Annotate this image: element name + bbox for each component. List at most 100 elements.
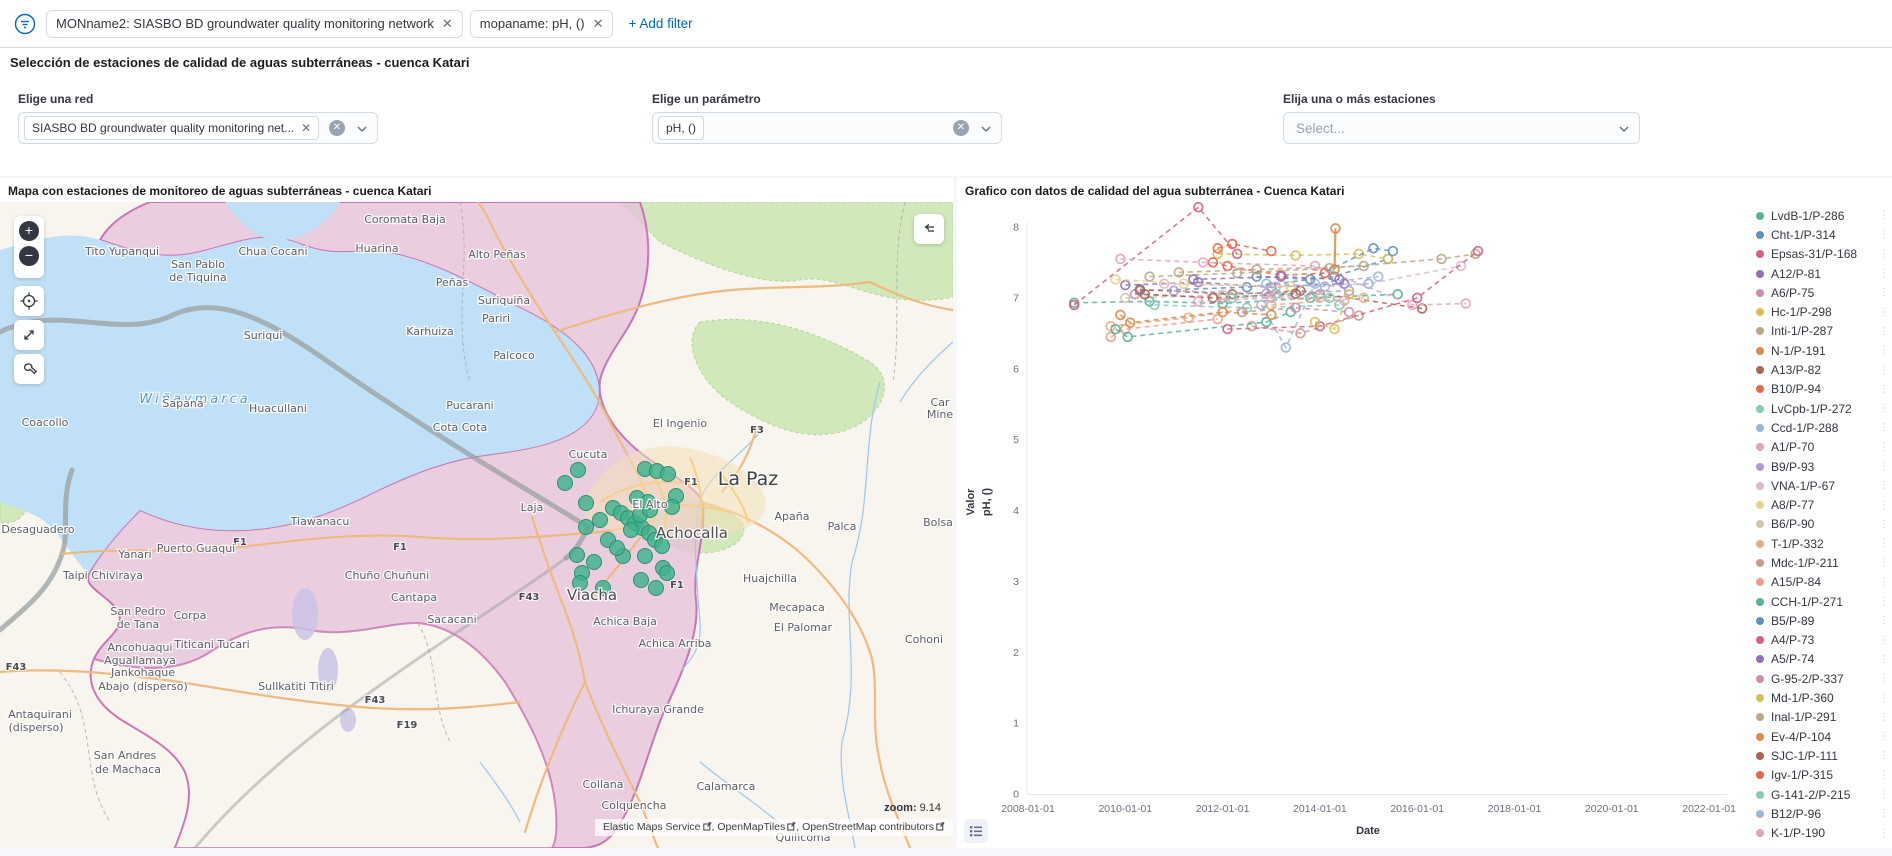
station-marker[interactable] [610,541,625,556]
legend-item[interactable]: Igv-1/P-315⋮ [1748,766,1892,785]
legend-item[interactable]: A12/P-81⋮ [1748,264,1892,283]
legend-item-actions-icon[interactable]: ⋮ [1879,654,1889,665]
station-marker[interactable] [638,549,653,564]
legend-item[interactable]: A8/P-77⋮ [1748,495,1892,514]
legend-item[interactable]: A13/P-82⋮ [1748,360,1892,379]
filter-pill[interactable]: MONname2: SIASBO BD groundwater quality … [46,10,463,38]
legend-item[interactable]: T-1/P-332⋮ [1748,534,1892,553]
legend-item-actions-icon[interactable]: ⋮ [1879,210,1889,221]
network-selected-pill[interactable]: SIASBO BD groundwater quality monitoring… [24,116,319,140]
station-marker[interactable] [593,513,608,528]
legend-item-actions-icon[interactable]: ⋮ [1879,287,1889,298]
remove-filter-icon[interactable]: ✕ [593,16,604,32]
legend-toggle-button[interactable] [964,819,988,843]
chevron-down-icon[interactable] [981,124,991,134]
station-marker[interactable] [624,523,639,538]
legend-item[interactable]: CCH-1/P-271⋮ [1748,592,1892,611]
legend-item[interactable]: Inal-1/P-291⋮ [1748,708,1892,727]
legend-item[interactable]: A5/P-74⋮ [1748,650,1892,669]
legend-item-actions-icon[interactable]: ⋮ [1879,789,1889,800]
chevron-down-icon[interactable] [1619,124,1629,134]
zoom-out-button[interactable]: − [19,246,39,266]
legend-item-actions-icon[interactable]: ⋮ [1879,808,1889,819]
legend-item-actions-icon[interactable]: ⋮ [1879,557,1889,568]
legend-item[interactable]: G-95-2/P-337⋮ [1748,669,1892,688]
station-marker[interactable] [661,467,676,482]
legend-item[interactable]: LvdB-1/P-286⋮ [1748,206,1892,225]
legend-item[interactable]: Cht-1/P-314⋮ [1748,225,1892,244]
legend-item[interactable]: SJC-1/P-111⋮ [1748,746,1892,765]
station-marker[interactable] [649,581,664,596]
station-marker[interactable] [571,463,586,478]
legend-item[interactable]: B12/P-96⋮ [1748,804,1892,823]
station-marker[interactable] [579,520,594,535]
attribution-link[interactable]: Elastic Maps Service [603,821,700,833]
legend-item-actions-icon[interactable]: ⋮ [1879,635,1889,646]
legend-item[interactable]: G-141-2/P-215⋮ [1748,785,1892,804]
attribution-link[interactable]: OpenMapTiles [717,821,785,833]
legend-item[interactable]: VNA-1/P-67⋮ [1748,476,1892,495]
legend-item-actions-icon[interactable]: ⋮ [1879,422,1889,433]
station-marker[interactable] [579,496,594,511]
legend-item-actions-icon[interactable]: ⋮ [1879,384,1889,395]
legend-item-actions-icon[interactable]: ⋮ [1879,828,1889,839]
legend-item-actions-icon[interactable]: ⋮ [1879,519,1889,530]
station-marker[interactable] [634,573,649,588]
legend-item-actions-icon[interactable]: ⋮ [1879,538,1889,549]
station-marker[interactable] [558,476,573,491]
legend-item[interactable]: Epsas-31/P-168⋮ [1748,245,1892,264]
legend-item-actions-icon[interactable]: ⋮ [1879,577,1889,588]
chevron-down-icon[interactable] [357,124,367,134]
legend-item-actions-icon[interactable]: ⋮ [1879,615,1889,626]
legend-item-actions-icon[interactable]: ⋮ [1879,268,1889,279]
zoom-in-button[interactable]: + [19,221,39,241]
legend-item-actions-icon[interactable]: ⋮ [1879,326,1889,337]
map-canvas[interactable]: F1F1F1F1F3F43F43F43F19 Coromata BajaTito… [0,202,953,848]
legend-item[interactable]: B9/P-93⋮ [1748,457,1892,476]
legend-item-actions-icon[interactable]: ⋮ [1879,442,1889,453]
legend-item-actions-icon[interactable]: ⋮ [1879,712,1889,723]
legend-item-actions-icon[interactable]: ⋮ [1879,480,1889,491]
station-marker[interactable] [570,548,585,563]
fit-to-data-button[interactable] [14,320,44,350]
legend-item-actions-icon[interactable]: ⋮ [1879,750,1889,761]
legend-item[interactable]: K-1/P-190⋮ [1748,824,1892,843]
legend-item-actions-icon[interactable]: ⋮ [1879,307,1889,318]
parameter-combobox[interactable]: pH, () ✕ [652,112,1002,144]
legend-item-actions-icon[interactable]: ⋮ [1879,596,1889,607]
legend-item-actions-icon[interactable]: ⋮ [1879,770,1889,781]
legend-item-actions-icon[interactable]: ⋮ [1879,500,1889,511]
legend-item[interactable]: Hc-1/P-298⋮ [1748,302,1892,321]
legend-item-actions-icon[interactable]: ⋮ [1879,673,1889,684]
legend-item[interactable]: A4/P-73⋮ [1748,631,1892,650]
legend-item[interactable]: Ccd-1/P-288⋮ [1748,418,1892,437]
parameter-selected-pill[interactable]: pH, () [658,116,704,140]
attribution-link[interactable]: OpenStreetMap contributors [802,821,934,833]
legend-item-actions-icon[interactable]: ⋮ [1879,345,1889,356]
station-marker[interactable] [660,566,675,581]
legend-item[interactable]: B10/P-94⋮ [1748,380,1892,399]
legend-item[interactable]: A1/P-70⋮ [1748,438,1892,457]
clear-parameter-icon[interactable]: ✕ [953,120,969,136]
stations-select[interactable]: Select... [1283,112,1640,144]
legend-item[interactable]: B6/P-90⋮ [1748,515,1892,534]
legend-item[interactable]: Ev-4/P-104⋮ [1748,727,1892,746]
filters-icon[interactable] [12,11,38,37]
legend-item-actions-icon[interactable]: ⋮ [1879,461,1889,472]
remove-filter-icon[interactable]: ✕ [442,16,453,32]
legend-item-actions-icon[interactable]: ⋮ [1879,229,1889,240]
legend-item[interactable]: Mdc-1/P-211⋮ [1748,553,1892,572]
remove-network-icon[interactable]: ✕ [301,121,311,135]
legend-item-actions-icon[interactable]: ⋮ [1879,693,1889,704]
legend-item[interactable]: A15/P-84⋮ [1748,573,1892,592]
legend-item[interactable]: N-1/P-191⋮ [1748,341,1892,360]
legend-item-actions-icon[interactable]: ⋮ [1879,249,1889,260]
map-legend-toggle-button[interactable] [914,214,944,244]
legend-item-actions-icon[interactable]: ⋮ [1879,365,1889,376]
filter-pill[interactable]: mopaname: pH, ()✕ [470,10,614,38]
set-view-button[interactable] [14,286,44,316]
clear-network-icon[interactable]: ✕ [329,120,345,136]
network-combobox[interactable]: SIASBO BD groundwater quality monitoring… [18,112,378,144]
station-marker[interactable] [587,555,602,570]
legend-item[interactable]: Md-1/P-360⋮ [1748,688,1892,707]
